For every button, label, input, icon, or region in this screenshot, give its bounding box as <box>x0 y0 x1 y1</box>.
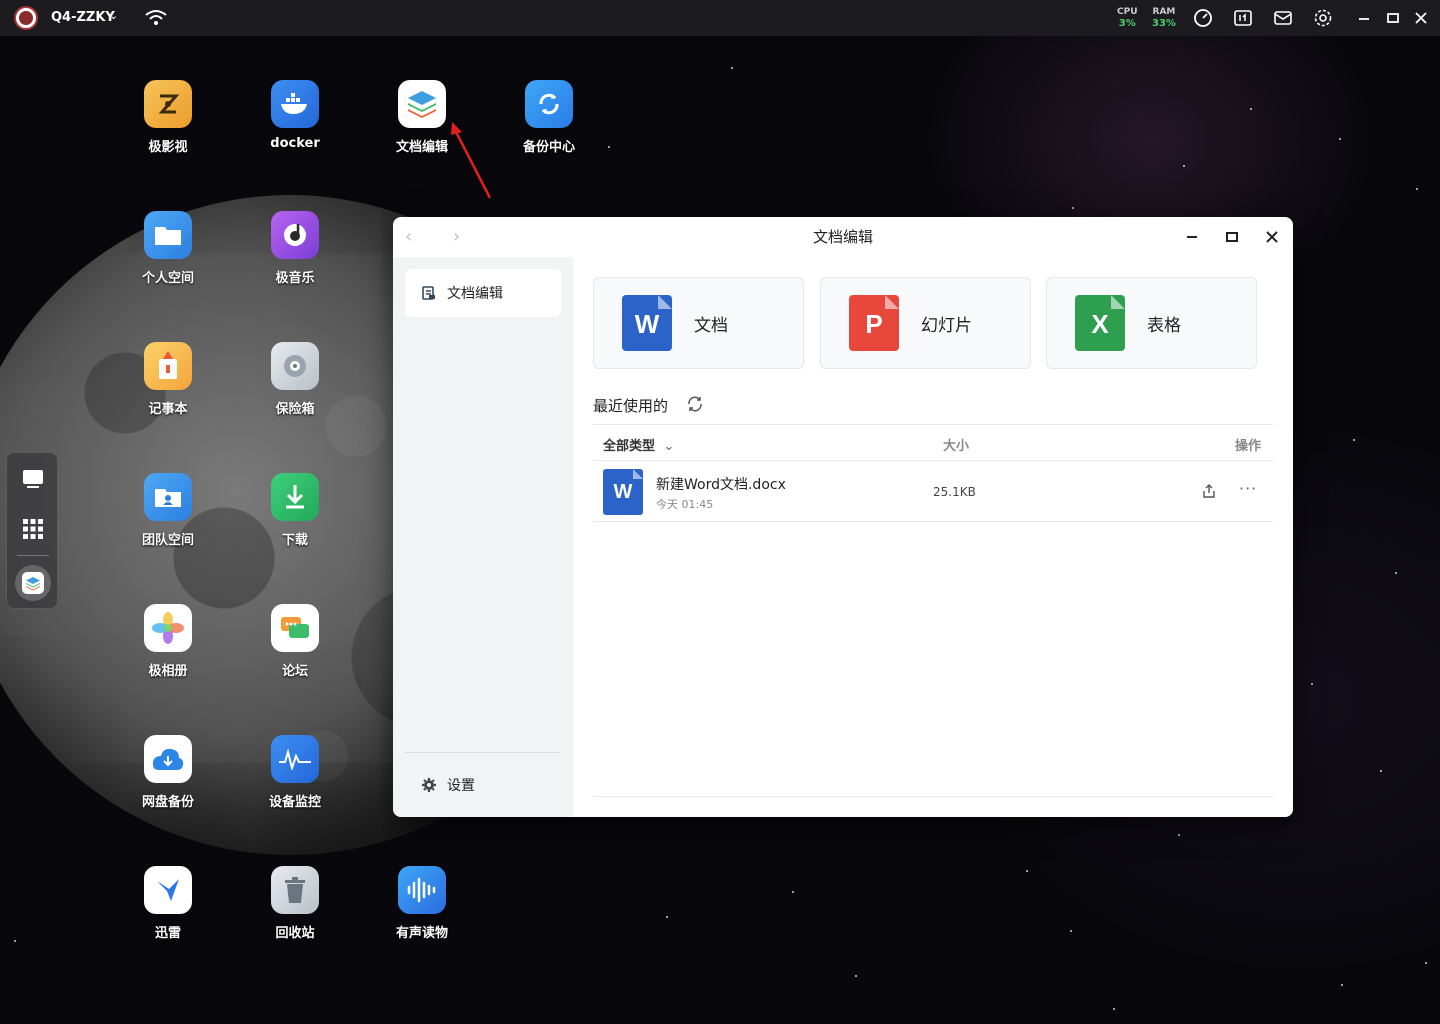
desktop-icon-forum[interactable]: 论坛 <box>245 604 345 679</box>
document-icon <box>422 286 435 300</box>
thunder-icon <box>144 866 192 914</box>
film-icon <box>144 80 192 128</box>
file-size: 25.1KB <box>933 485 976 499</box>
window-maximize-icon[interactable] <box>1223 228 1241 246</box>
desktop-icon-film[interactable]: 极影视 <box>118 80 218 155</box>
desktop-icon-team[interactable]: 团队空间 <box>118 473 218 548</box>
notepad-icon <box>144 342 192 390</box>
divider <box>593 424 1273 425</box>
gear-icon <box>422 778 436 792</box>
file-name: 新建Word文档.docx <box>656 477 786 493</box>
monitor-wave-icon <box>271 735 319 783</box>
new-document-card[interactable]: W 文档 <box>593 277 804 369</box>
trash-icon <box>271 866 319 914</box>
doc-editor-window: ‹ › 文档编辑 文档编辑 设置 W 文档 P 幻灯片 X 表格 最近使用的 全… <box>393 217 1293 817</box>
folder-icon <box>144 211 192 259</box>
sidebar-item-label: 文档编辑 <box>447 286 503 302</box>
desktop-icon-music[interactable]: 极音乐 <box>245 211 345 286</box>
side-dock <box>6 452 58 609</box>
top-bar: Q4-ZZKY ⌄ CPU 3% RAM 33% <box>0 0 1440 36</box>
desktop-icon-monitor[interactable]: 设备监控 <box>245 735 345 810</box>
desktop-icon[interactable] <box>19 465 47 493</box>
app-grid-icon[interactable] <box>19 515 47 543</box>
type-filter-dropdown[interactable]: 全部类型 ⌄ <box>603 435 674 454</box>
powerpoint-icon: P <box>849 295 899 351</box>
desktop-icon-photos[interactable]: 极相册 <box>118 604 218 679</box>
desktop-icon-audiobook[interactable]: 有声读物 <box>372 866 472 941</box>
window-sidebar: 文档编辑 设置 <box>393 257 573 817</box>
close-icon[interactable] <box>1413 10 1429 26</box>
maximize-icon[interactable] <box>1385 10 1401 26</box>
desktop-icon-cloud-backup[interactable]: 网盘备份 <box>118 735 218 810</box>
docker-icon <box>271 80 319 128</box>
annotation-arrow-icon <box>451 122 492 199</box>
excel-icon: X <box>1075 295 1125 351</box>
desktop-icon-download[interactable]: 下载 <box>245 473 345 548</box>
device-name[interactable]: Q4-ZZKY <box>51 10 115 25</box>
window-minimize-icon[interactable] <box>1183 228 1201 246</box>
layers-icon <box>398 80 446 128</box>
new-slides-card[interactable]: P 幻灯片 <box>820 277 1031 369</box>
minimize-icon[interactable] <box>1356 10 1372 26</box>
divider <box>593 521 1273 522</box>
sidebar-item-doc-editor[interactable]: 文档编辑 <box>405 269 561 317</box>
sidebar-item-settings[interactable]: 设置 <box>421 775 475 795</box>
window-close-icon[interactable] <box>1263 228 1281 246</box>
user-avatar[interactable] <box>14 6 38 30</box>
mail-icon[interactable] <box>1273 8 1293 28</box>
cloud-download-icon <box>144 735 192 783</box>
recent-title: 最近使用的 <box>593 397 669 415</box>
photos-icon <box>144 604 192 652</box>
window-title: 文档编辑 <box>812 228 873 246</box>
more-options-icon[interactable]: ··· <box>1239 479 1257 498</box>
chevron-down-icon: ⌄ <box>663 439 675 454</box>
card-label: 文档 <box>694 315 728 336</box>
chevron-down-icon[interactable]: ⌄ <box>109 9 118 22</box>
desktop-icon-personal[interactable]: 个人空间 <box>118 211 218 286</box>
column-header-size: 大小 <box>943 439 970 454</box>
sidebar-divider <box>405 752 561 753</box>
speedometer-icon[interactable] <box>1193 8 1213 28</box>
word-file-icon: W <box>603 469 643 515</box>
ram-stat: RAM 33% <box>1152 7 1176 29</box>
desktop-icon-docker[interactable]: docker <box>245 80 345 151</box>
desktop-icon-backup[interactable]: 备份中心 <box>499 80 599 155</box>
team-folder-icon <box>144 473 192 521</box>
forum-icon <box>271 604 319 652</box>
wifi-icon[interactable] <box>144 8 168 28</box>
card-label: 幻灯片 <box>921 315 972 336</box>
window-main: W 文档 P 幻灯片 X 表格 最近使用的 全部类型 ⌄ 大小 操作 W 新建W… <box>573 257 1293 817</box>
divider <box>593 796 1273 797</box>
gear-icon[interactable] <box>1313 8 1333 28</box>
download-icon <box>271 473 319 521</box>
share-icon[interactable] <box>1201 483 1217 499</box>
desktop-icon-trash[interactable]: 回收站 <box>245 866 345 941</box>
resource-monitor-icon[interactable] <box>1233 8 1253 28</box>
new-spreadsheet-card[interactable]: X 表格 <box>1046 277 1257 369</box>
desktop-icon-safe[interactable]: 保险箱 <box>245 342 345 417</box>
sync-icon <box>525 80 573 128</box>
file-date: 今天 01:45 <box>656 498 714 511</box>
refresh-icon[interactable] <box>686 395 704 413</box>
doc-editor-dock-icon[interactable] <box>15 565 51 601</box>
desktop-icon-thunder[interactable]: 迅雷 <box>118 866 218 941</box>
column-header-action: 操作 <box>1235 439 1262 454</box>
card-label: 表格 <box>1147 315 1181 336</box>
safe-icon <box>271 342 319 390</box>
word-icon: W <box>622 295 672 351</box>
audio-wave-icon <box>398 866 446 914</box>
desktop-icon-notepad[interactable]: 记事本 <box>118 342 218 417</box>
settings-label: 设置 <box>447 778 475 794</box>
file-row[interactable]: W 新建Word文档.docx 今天 01:45 25.1KB ··· <box>593 461 1273 521</box>
music-icon <box>271 211 319 259</box>
cpu-stat: CPU 3% <box>1117 7 1138 29</box>
